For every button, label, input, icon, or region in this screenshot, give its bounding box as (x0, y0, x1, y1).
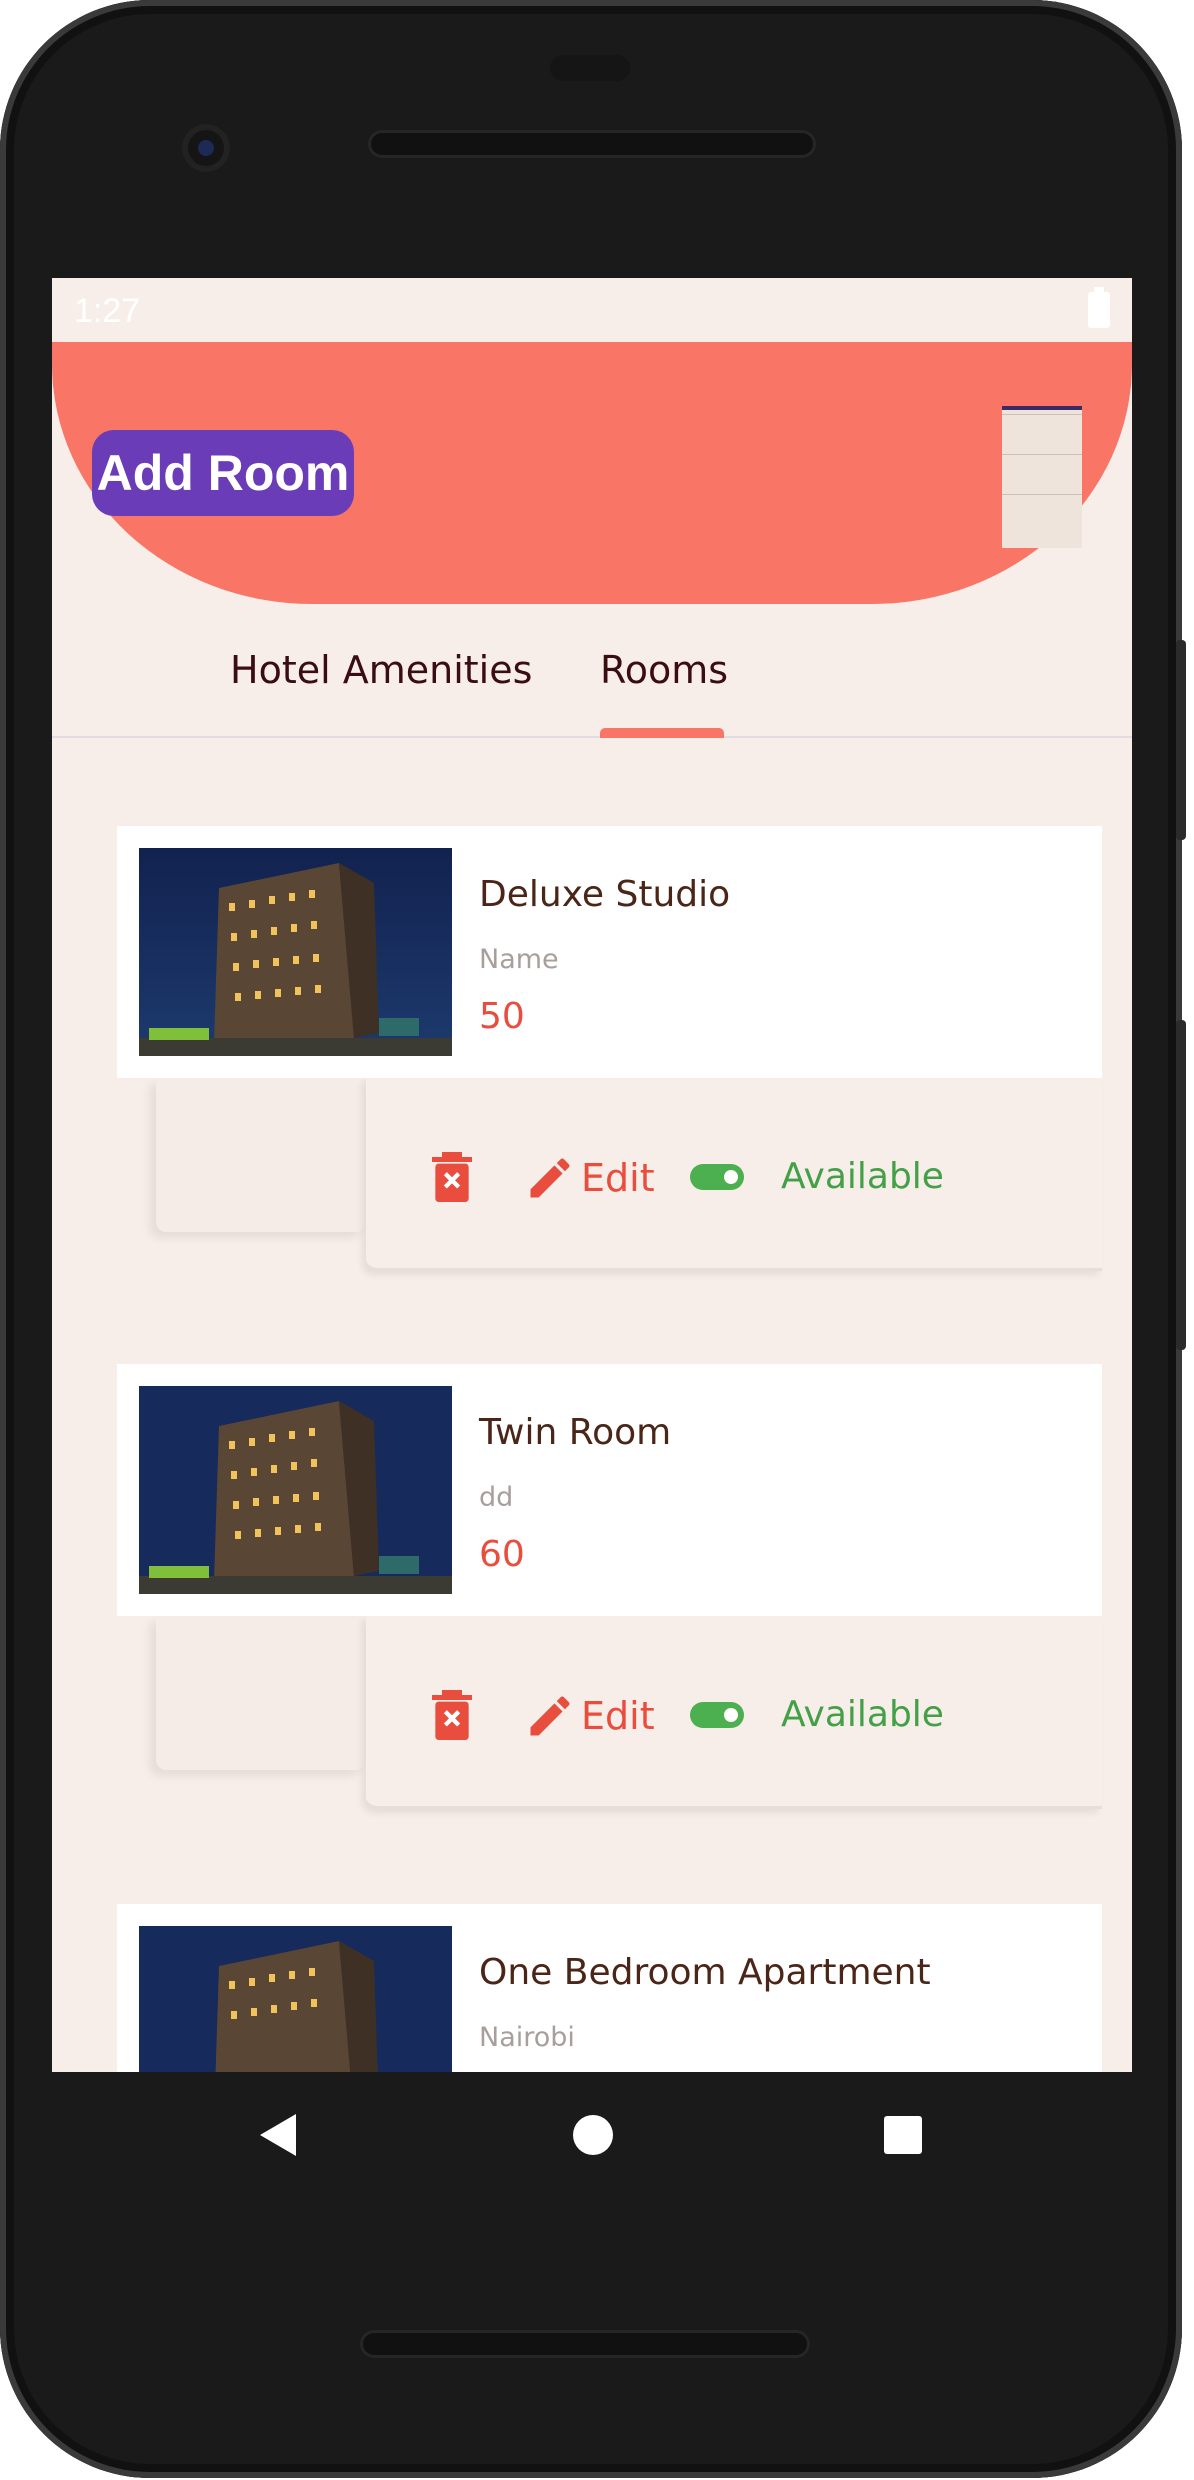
room-description: Nairobi (479, 2022, 575, 2053)
room-name: One Bedroom Apartment (479, 1952, 931, 1993)
room-description: dd (479, 1482, 514, 1513)
room-description: Name (479, 944, 559, 975)
home-icon[interactable] (568, 2110, 618, 2160)
recents-icon[interactable] (880, 2112, 926, 2158)
room-actions: Edit Available (366, 1078, 1102, 1271)
bottom-speaker (360, 2330, 810, 2358)
room-image (139, 848, 452, 1056)
status-label: Available (781, 1694, 944, 1735)
app-screen: 1:27 Add Room Hotel Amenities Rooms Edit (52, 278, 1132, 2072)
tab-hotel-amenities[interactable]: Hotel Amenities (230, 648, 532, 692)
add-room-button[interactable]: Add Room (92, 430, 354, 516)
availability-toggle[interactable] (690, 1702, 744, 1728)
battery-icon (1088, 287, 1110, 328)
room-card[interactable]: Twin Room dd 60 (117, 1364, 1102, 1616)
volume-button (1176, 1020, 1186, 1350)
edit-icon (530, 1158, 570, 1198)
room-card[interactable]: Deluxe Studio Name 50 (117, 826, 1102, 1078)
power-button (1176, 640, 1186, 840)
delete-icon[interactable] (432, 1152, 472, 1202)
delete-icon[interactable] (432, 1690, 472, 1740)
room-image (139, 1386, 452, 1594)
menu-icon[interactable] (1002, 406, 1082, 548)
status-bar: 1:27 (52, 278, 1132, 342)
app-header: Add Room (52, 342, 1132, 604)
status-label: Available (781, 1156, 944, 1197)
room-card[interactable]: One Bedroom Apartment Nairobi (117, 1904, 1102, 2072)
room-image (139, 1926, 452, 2072)
back-icon[interactable] (256, 2110, 300, 2160)
room-name: Twin Room (479, 1412, 672, 1453)
status-time: 1:27 (74, 292, 141, 330)
tab-bar: Hotel Amenities Rooms (52, 604, 1132, 738)
edit-icon (530, 1696, 570, 1736)
room-price: 60 (479, 1534, 525, 1575)
room-actions: Edit Available (366, 1616, 1102, 1809)
room-name: Deluxe Studio (479, 874, 731, 915)
availability-toggle[interactable] (690, 1164, 744, 1190)
edit-label: Edit (581, 1694, 655, 1738)
front-camera (182, 124, 230, 172)
tab-indicator (600, 728, 724, 738)
room-price: 50 (479, 996, 525, 1037)
tab-rooms[interactable]: Rooms (600, 648, 728, 692)
system-nav-bar (52, 2072, 1132, 2202)
card-shadow (156, 1078, 366, 1232)
earpiece (550, 55, 630, 81)
top-speaker (368, 130, 816, 158)
edit-label: Edit (581, 1156, 655, 1200)
card-shadow (156, 1616, 366, 1770)
